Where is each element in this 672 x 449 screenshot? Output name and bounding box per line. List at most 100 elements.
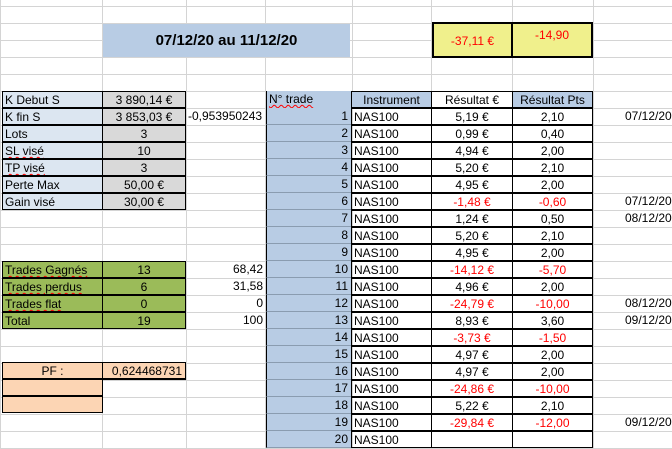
trade-result-eur[interactable]: 5,20 € [431,227,513,244]
stat-percent[interactable]: 31,58 [186,278,266,295]
trade-result-eur[interactable]: 5,22 € [431,397,513,414]
stat-label[interactable]: Trades perdus [2,278,103,295]
trade-instrument[interactable]: NAS100 [351,346,432,363]
trade-instrument[interactable]: NAS100 [351,363,432,380]
trade-result-eur[interactable]: 4,97 € [431,363,513,380]
week-result-eur[interactable]: -37,11 € [432,22,513,58]
week-result-pts[interactable]: -14,90 [511,22,593,58]
param-label[interactable]: Perte Max [2,176,103,193]
trade-result-pts[interactable] [512,431,593,448]
trade-result-eur[interactable]: 5,20 € [431,159,513,176]
header-result-eur[interactable]: Résultat € [431,91,513,108]
trade-result-pts[interactable]: -10,00 [512,295,593,312]
trade-instrument[interactable]: NAS100 [351,397,432,414]
trade-number[interactable]: 20 [266,431,352,448]
trade-instrument[interactable]: NAS100 [351,227,432,244]
trade-instrument[interactable]: NAS100 [351,176,432,193]
trade-result-pts[interactable]: -12,00 [512,414,593,431]
param-value[interactable]: 3 [102,125,186,142]
trade-result-pts[interactable]: -1,50 [512,329,593,346]
param-value[interactable]: 50,00 € [102,176,186,193]
trade-result-pts[interactable]: 2,00 [512,142,593,159]
trade-result-pts[interactable]: 2,10 [512,227,593,244]
pf-blank-1[interactable] [2,379,103,396]
trade-instrument[interactable]: NAS100 [351,380,432,397]
trade-result-pts[interactable]: 2,10 [512,108,593,125]
trade-result-pts[interactable]: 2,00 [512,244,593,261]
trade-result-pts[interactable]: 0,50 [512,210,593,227]
trade-number[interactable]: 10 [266,261,352,278]
trade-result-eur[interactable]: 4,96 € [431,278,513,295]
trade-result-pts[interactable]: 0,40 [512,125,593,142]
trade-instrument[interactable]: NAS100 [351,414,432,431]
trade-instrument[interactable]: NAS100 [351,142,432,159]
stat-percent[interactable]: 0 [186,295,266,312]
trade-number[interactable]: 8 [266,227,352,244]
trade-instrument[interactable]: NAS100 [351,125,432,142]
trade-result-eur[interactable]: 4,94 € [431,142,513,159]
trade-number[interactable]: 11 [266,278,352,295]
trade-instrument[interactable]: NAS100 [351,193,432,210]
trade-number[interactable]: 14 [266,329,352,346]
trade-result-eur[interactable]: 4,97 € [431,346,513,363]
stat-value[interactable]: 19 [102,312,186,329]
trade-number[interactable]: 16 [266,363,352,380]
trade-number[interactable]: 3 [266,142,352,159]
trade-result-eur[interactable]: -24,86 € [431,380,513,397]
trade-instrument[interactable]: NAS100 [351,431,432,448]
trade-result-eur[interactable]: 4,95 € [431,244,513,261]
trade-result-eur[interactable]: -24,79 € [431,295,513,312]
param-value[interactable]: 10 [102,142,186,159]
trade-result-pts[interactable]: 3,60 [512,312,593,329]
trade-result-eur[interactable]: 5,19 € [431,108,513,125]
trade-number[interactable]: 15 [266,346,352,363]
trade-date[interactable]: 08/12/20 [623,210,672,227]
trade-result-eur[interactable]: 4,95 € [431,176,513,193]
trade-instrument[interactable]: NAS100 [351,108,432,125]
param-label[interactable]: Gain visé [2,193,103,210]
trade-instrument[interactable]: NAS100 [351,261,432,278]
trade-number[interactable]: 12 [266,295,352,312]
trade-result-pts[interactable]: -0,60 [512,193,593,210]
trade-instrument[interactable]: NAS100 [351,159,432,176]
param-value[interactable]: 3 [102,159,186,176]
trade-result-eur[interactable]: 1,24 € [431,210,513,227]
trade-date[interactable]: 08/12/20 [623,295,672,312]
trade-number[interactable]: 9 [266,244,352,261]
trade-number[interactable]: 18 [266,397,352,414]
trade-number[interactable]: 5 [266,176,352,193]
trade-number[interactable]: 7 [266,210,352,227]
stat-value[interactable]: 0 [102,295,186,312]
stat-value[interactable]: 6 [102,278,186,295]
pf-blank-3[interactable] [2,396,103,413]
trade-result-pts[interactable]: -5,70 [512,261,593,278]
param-value[interactable]: 3 890,14 € [102,91,186,108]
param-label[interactable]: SL visé [2,142,103,159]
stat-label[interactable]: Trades Gagnés [2,261,103,278]
trade-result-pts[interactable]: 2,00 [512,363,593,380]
trade-number[interactable]: 1 [266,108,352,125]
trade-result-pts[interactable]: -10,00 [512,380,593,397]
param-label[interactable]: K fin S [2,108,103,125]
param-value[interactable]: 30,00 € [102,193,186,210]
param-value[interactable]: 3 853,03 € [102,108,186,125]
trade-instrument[interactable]: NAS100 [351,244,432,261]
trade-result-pts[interactable]: 2,10 [512,397,593,414]
pf-value[interactable]: 0,624468731 [102,362,186,379]
trade-number[interactable]: 2 [266,125,352,142]
trade-instrument[interactable]: NAS100 [351,329,432,346]
stat-label[interactable]: Total [2,312,103,329]
trade-result-eur[interactable]: -3,73 € [431,329,513,346]
pf-label[interactable]: PF : [2,362,103,379]
trade-result-eur[interactable]: 0,99 € [431,125,513,142]
param-label[interactable]: Lots [2,125,103,142]
header-instrument[interactable]: Instrument [351,91,432,108]
trade-result-eur[interactable]: 8,93 € [431,312,513,329]
trade-instrument[interactable]: NAS100 [351,295,432,312]
trade-instrument[interactable]: NAS100 [351,278,432,295]
stat-value[interactable]: 13 [102,261,186,278]
trade-result-pts[interactable]: 2,00 [512,278,593,295]
period-title[interactable]: 07/12/20 au 11/12/20 [103,24,350,57]
trade-result-eur[interactable] [431,431,513,448]
trade-instrument[interactable]: NAS100 [351,210,432,227]
